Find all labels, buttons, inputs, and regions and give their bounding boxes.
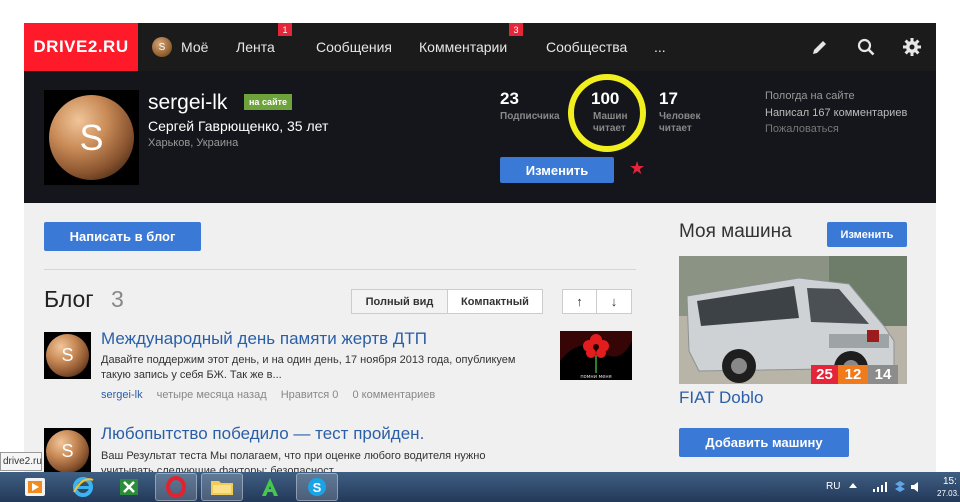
car-rating-orange: 12 <box>838 365 868 384</box>
flower-image: помни меня <box>560 331 632 380</box>
stat-followers-label: Подписчика <box>500 111 560 122</box>
profile-fullname: Сергей Гаврющенко, 35 лет <box>148 118 329 134</box>
post-author-link[interactable]: sergei-lk <box>101 389 143 401</box>
windows-taskbar: S RU 15: 27.03. <box>0 472 960 502</box>
edit-profile-button[interactable]: Изменить <box>500 157 614 183</box>
blog-count: 3 <box>111 286 124 312</box>
clock-date[interactable]: 27.03. <box>937 489 959 498</box>
tray-arrow-icon[interactable] <box>848 481 858 491</box>
nav-messages[interactable]: Сообщения <box>316 23 392 71</box>
nav-feed-label: Лента <box>236 39 275 55</box>
post-author-avatar[interactable]: S <box>44 428 91 475</box>
nav-comments[interactable]: Комментарии <box>419 23 507 71</box>
online-badge: на сайте <box>244 94 293 110</box>
nav-more-label: ... <box>654 39 666 55</box>
rating-value: 14 <box>874 366 892 383</box>
language-indicator[interactable]: RU <box>826 481 840 492</box>
side-info-comments[interactable]: Написал 167 комментариев <box>765 107 907 119</box>
green-app-icon[interactable] <box>249 473 291 501</box>
nav-communities[interactable]: Сообщества <box>546 23 627 71</box>
excel-icon[interactable] <box>108 473 150 501</box>
rating-value: 12 <box>844 366 862 383</box>
highlight-circle-annotation <box>568 74 646 152</box>
search-icon[interactable] <box>856 37 876 57</box>
post-time: четыре месяца назад <box>156 389 267 401</box>
avatar-planet-image: S <box>46 334 89 377</box>
avatar-planet-image: S <box>46 430 89 473</box>
post-meta: sergei-lk четыре месяца назад Нравится 0… <box>101 389 446 401</box>
stat-followers-count[interactable]: 23 <box>500 89 519 109</box>
comments-badge: 3 <box>509 23 523 36</box>
car-name-link[interactable]: FIAT Doblo <box>679 388 763 408</box>
main-content: Написать в блог Блог 3 Полный вид Компак… <box>24 203 936 477</box>
sort-up-button[interactable]: ↑ <box>562 289 597 314</box>
nav-my[interactable]: S Моё <box>152 23 208 71</box>
car-rating-gray: 14 <box>868 365 898 384</box>
pencil-icon[interactable] <box>810 37 830 57</box>
opera-icon[interactable] <box>155 473 197 501</box>
nav-avatar-icon: S <box>152 37 172 57</box>
my-car-heading: Моя машина <box>679 221 792 242</box>
top-navigation: DRIVE2.RU S Моё Лента 1 Сообщения Коммен… <box>24 23 936 71</box>
profile-city: Харьков, Украина <box>148 137 239 149</box>
profile-username: sergei-lk <box>148 91 228 114</box>
post-title-link[interactable]: Любопытство победило — тест пройден. <box>101 424 424 444</box>
url-tooltip: drive2.ru <box>0 452 42 471</box>
rating-value: 25 <box>816 366 833 383</box>
edit-car-button[interactable]: Изменить <box>827 222 907 247</box>
section-divider <box>44 269 636 270</box>
file-explorer-icon[interactable] <box>201 473 243 501</box>
sort-down-button[interactable]: ↓ <box>596 289 632 314</box>
profile-header: S sergei-lk на сайте Сергей Гаврющенко, … <box>24 71 936 203</box>
skype-icon[interactable]: S <box>296 473 338 501</box>
side-info-weather: Пологда на сайте <box>765 90 855 102</box>
window-frame-top <box>0 0 960 24</box>
nav-comments-label: Комментарии <box>419 39 508 55</box>
post-likes[interactable]: Нравится 0 <box>281 389 339 401</box>
svg-text:помни меня: помни меня <box>580 374 611 380</box>
post-author-avatar[interactable]: S <box>44 332 91 379</box>
view-compact-toggle[interactable]: Компактный <box>447 289 543 314</box>
volume-icon[interactable] <box>910 481 922 493</box>
post-title-link[interactable]: Международный день памяти жертв ДТП <box>101 329 427 349</box>
stat-people-label-1: Человек <box>659 111 701 122</box>
nav-my-label: Моё <box>181 39 209 55</box>
view-full-toggle[interactable]: Полный вид <box>351 289 448 314</box>
nav-feed[interactable]: Лента <box>236 23 275 71</box>
clock-time[interactable]: 15: <box>943 476 957 487</box>
nav-more[interactable]: ... <box>654 23 666 71</box>
complain-link[interactable]: Пожаловаться <box>765 123 839 135</box>
nav-communities-label: Сообщества <box>546 39 628 55</box>
window-frame-right <box>936 22 960 472</box>
car-rating-red: 25 <box>811 365 838 384</box>
post-comments[interactable]: 0 комментариев <box>352 389 435 401</box>
add-car-button[interactable]: Добавить машину <box>679 428 849 457</box>
profile-avatar[interactable]: S <box>44 90 139 185</box>
nav-messages-label: Сообщения <box>316 39 392 55</box>
blog-title: Блог <box>44 286 94 312</box>
svg-text:S: S <box>313 480 322 495</box>
network-icon[interactable] <box>873 482 887 492</box>
write-blog-button[interactable]: Написать в блог <box>44 222 201 251</box>
avatar-planet-image: S <box>49 95 134 180</box>
media-player-icon[interactable] <box>14 473 56 501</box>
stat-people-label-2: читает <box>659 123 692 134</box>
site-logo[interactable]: DRIVE2.RU <box>24 23 138 71</box>
gear-icon[interactable] <box>902 37 922 57</box>
dropbox-icon[interactable] <box>894 481 906 493</box>
post-excerpt: Давайте поддержим этот день, и на один д… <box>101 354 516 381</box>
stat-people-count[interactable]: 17 <box>659 89 678 109</box>
star-icon[interactable]: ★ <box>629 158 645 179</box>
internet-explorer-icon[interactable] <box>62 473 104 501</box>
feed-badge: 1 <box>278 23 292 36</box>
post-thumbnail[interactable]: помни меня <box>560 331 632 380</box>
